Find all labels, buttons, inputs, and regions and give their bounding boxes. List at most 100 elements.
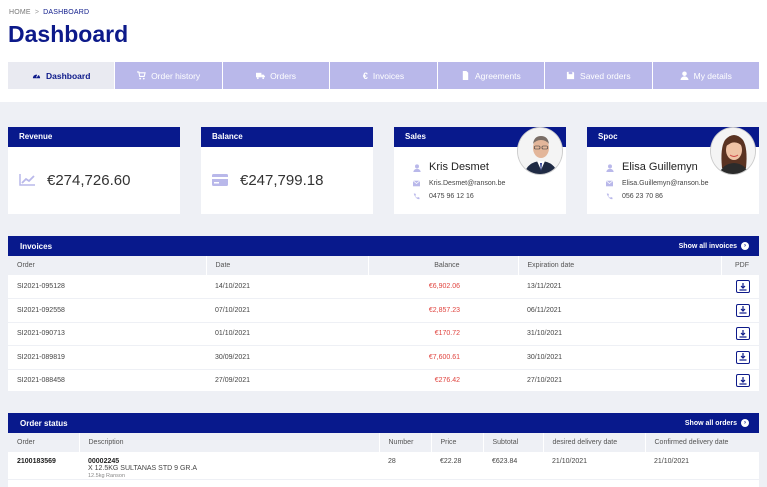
item-description: X 12.5KG SULTANAS STD 9 GR.A xyxy=(88,465,198,472)
balance-title: Balance xyxy=(201,127,373,147)
invoice-date: 30/09/2021 xyxy=(206,345,368,370)
revenue-title: Revenue xyxy=(8,127,180,147)
tab-label: My details xyxy=(693,70,732,81)
column-header: desired delivery date xyxy=(543,433,646,452)
column-header: Confirmed delivery date xyxy=(645,433,759,452)
invoice-expiration: 30/10/2021 xyxy=(518,345,721,370)
invoices-title: Invoices xyxy=(20,241,53,251)
column-header: Order xyxy=(8,433,80,452)
invoice-order: SI2021-092558 xyxy=(8,298,206,323)
invoice-date: 07/10/2021 xyxy=(206,298,368,323)
user-icon xyxy=(606,164,614,172)
pdf-download-button[interactable] xyxy=(736,280,750,293)
sales-card: Sales Kris Desmet Kris.Desmet@ranson.be … xyxy=(394,127,566,214)
revenue-card: Revenue €274,726.60 xyxy=(8,127,180,214)
spoc-email[interactable]: Elisa.Guillemyn@ranson.be xyxy=(622,180,708,187)
invoice-order: SI2021-090713 xyxy=(8,322,206,346)
save-icon xyxy=(566,71,575,80)
show-all-label: Show all orders xyxy=(684,419,737,427)
tab-label: Order history xyxy=(151,70,201,81)
phone-icon xyxy=(606,193,613,200)
chevron-right-icon: › xyxy=(741,419,749,427)
table-row: SI2021-088458 27/09/2021 €276.42 27/10/2021 xyxy=(8,369,759,393)
table-row: SI2021-092558 07/10/2021 €2,857.23 06/11/20… xyxy=(8,298,759,323)
invoice-date: 27/09/2021 xyxy=(206,369,368,393)
pdf-download-button[interactable] xyxy=(736,374,750,388)
table-row[interactable]: 2100183569 00002245 X 12.5KG SULTANAS STD … xyxy=(8,452,759,480)
invoice-expiration: 27/10/2021 xyxy=(518,369,721,393)
envelope-icon xyxy=(413,180,420,187)
breadcrumb-separator: > xyxy=(34,9,40,16)
column-header: Date xyxy=(206,256,369,275)
invoice-order: SI2021-088458 xyxy=(8,369,206,393)
tab-label: Agreements xyxy=(474,70,521,81)
invoice-order: SI2021-095128 xyxy=(8,275,206,299)
table-row: SI2021-089819 30/09/2021 €7,600.61 30/10/20… xyxy=(8,345,759,370)
user-icon xyxy=(680,71,689,80)
tab-label: Orders xyxy=(270,70,297,81)
dashboard-icon xyxy=(32,73,41,79)
tab-bar: Dashboard Order history Orders € Invoice… xyxy=(8,62,759,89)
breadcrumb-home[interactable]: HOME xyxy=(9,9,31,16)
sales-avatar xyxy=(517,127,563,175)
invoice-balance: €276.42 xyxy=(368,369,518,393)
order-status-title: Order status xyxy=(20,418,68,428)
invoice-balance: €170.72 xyxy=(368,322,518,346)
spoc-name: Elisa Guillemyn xyxy=(622,161,698,173)
tab-my-details[interactable]: My details xyxy=(652,62,759,89)
column-header: Expiration date xyxy=(518,256,722,275)
column-header: Subtotal xyxy=(483,433,544,452)
show-all-invoices-link[interactable]: Show all invoices › xyxy=(679,242,749,250)
column-header: Price xyxy=(431,433,484,452)
tab-label: Saved orders xyxy=(580,70,631,81)
sales-name: Kris Desmet xyxy=(429,161,489,173)
spoc-phone[interactable]: 056 23 70 86 xyxy=(622,193,663,200)
download-icon xyxy=(739,329,747,338)
envelope-icon xyxy=(606,180,613,187)
invoice-expiration: 06/11/2021 xyxy=(518,298,721,323)
invoice-date: 14/10/2021 xyxy=(206,275,368,299)
order-status-section: Order status Show all orders › Order Des… xyxy=(8,413,759,487)
invoice-balance: €7,600.61 xyxy=(368,345,518,370)
download-icon xyxy=(739,376,747,385)
tab-orders[interactable]: Orders xyxy=(222,62,330,89)
revenue-value: €274,726.60 xyxy=(47,171,131,189)
show-all-orders-link[interactable]: Show all orders › xyxy=(685,419,749,427)
tab-agreements[interactable]: Agreements xyxy=(437,62,545,89)
tab-invoices[interactable]: € Invoices xyxy=(330,62,437,89)
sales-email[interactable]: Kris.Desmet@ranson.be xyxy=(429,180,505,187)
column-header: Description xyxy=(79,433,380,452)
top-bar: HOME > DASHBOARD Dashboard Dashboard Order… xyxy=(0,0,767,102)
invoice-expiration: 13/11/2021 xyxy=(518,275,721,299)
column-header: PDF xyxy=(721,256,759,275)
person-photo-icon xyxy=(711,128,755,174)
invoices-section: Invoices Show all invoices › Order Date … xyxy=(8,236,759,393)
download-icon xyxy=(739,282,747,291)
item-subdescription: 12.5kg Ranson xyxy=(88,473,125,479)
pdf-download-button[interactable] xyxy=(736,303,750,317)
page-title: Dashboard xyxy=(8,21,129,47)
invoice-balance: €6,902.06 xyxy=(368,275,518,299)
tab-dashboard[interactable]: Dashboard xyxy=(8,62,115,89)
invoice-date: 01/10/2021 xyxy=(206,322,368,346)
sales-phone[interactable]: 0475 96 12 16 xyxy=(429,193,474,200)
tab-saved-orders[interactable]: Saved orders xyxy=(545,62,652,89)
euro-icon: € xyxy=(362,70,368,81)
table-row: SI2021-095128 14/10/2021 €6,902.06 13/11/20… xyxy=(8,275,759,299)
item-code: 00002245 xyxy=(88,458,120,465)
user-icon xyxy=(413,164,421,172)
order-number: 2100183569 xyxy=(8,452,79,480)
breadcrumb-current: DASHBOARD xyxy=(43,9,90,16)
download-icon xyxy=(739,306,747,314)
cart-icon xyxy=(137,71,146,80)
invoice-expiration: 31/10/2021 xyxy=(518,322,721,346)
order-quantity: 28 xyxy=(379,452,431,480)
credit-card-icon xyxy=(212,174,228,186)
breadcrumb: HOME > DASHBOARD xyxy=(9,9,89,16)
tab-order-history[interactable]: Order history xyxy=(115,62,222,89)
invoices-table: Order Date Balance Expiration date PDF S… xyxy=(8,256,759,393)
pdf-download-button[interactable] xyxy=(736,327,750,341)
pdf-download-button[interactable] xyxy=(736,350,750,364)
chart-line-icon xyxy=(19,174,35,186)
invoice-balance: €2,857.23 xyxy=(368,298,518,323)
